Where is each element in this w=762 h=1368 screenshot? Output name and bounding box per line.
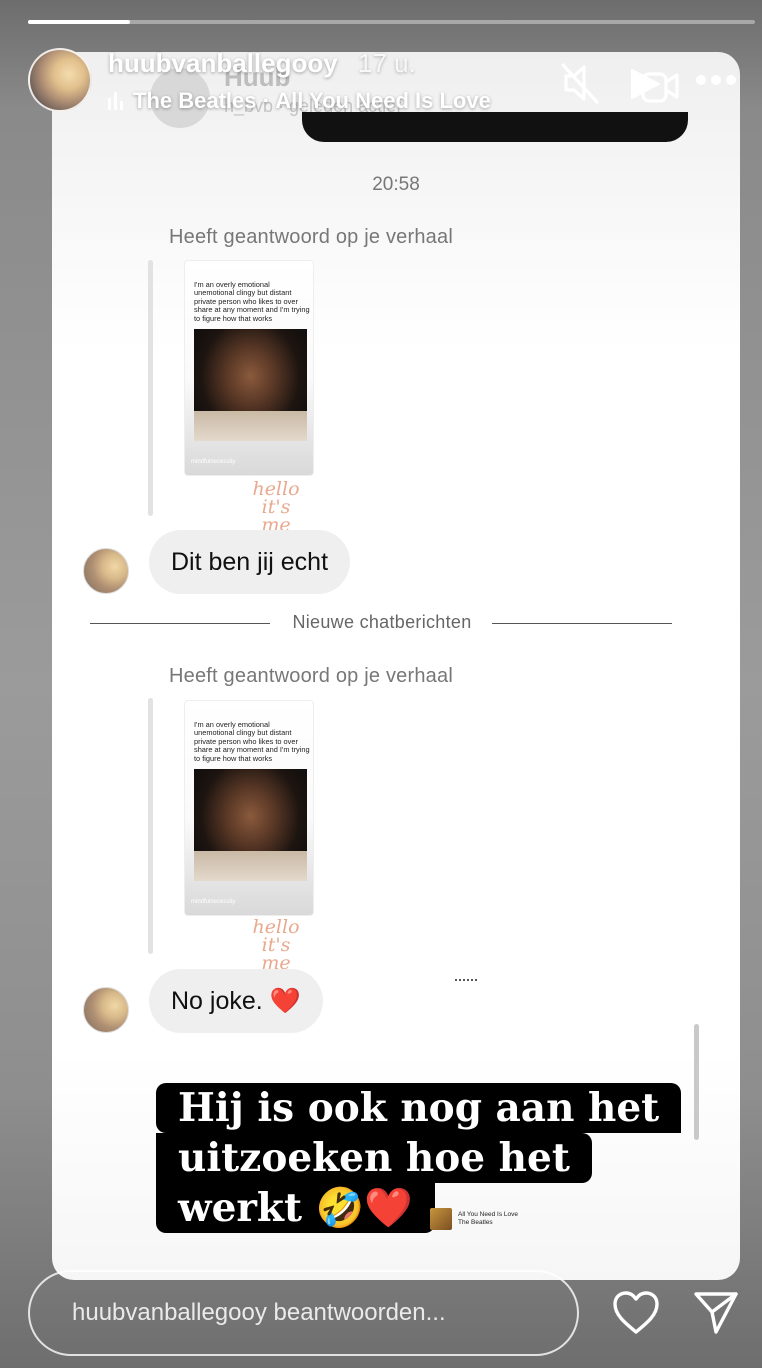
hello-sticker: hello it's me <box>252 478 300 536</box>
more-icon[interactable] <box>694 70 738 95</box>
thumbnail-photo-detail <box>194 851 307 881</box>
scrollbar-thumb <box>694 1024 699 1140</box>
ghost-call-banner <box>302 112 688 142</box>
thumbnail-source: mindfulnecessity <box>191 459 236 465</box>
story-progress-bar <box>28 20 755 24</box>
album-art-icon <box>430 1208 452 1230</box>
caption-overlay: Hij is ook nog aan het uitzoeken hoe het… <box>156 1083 682 1233</box>
story-reply-thumbnail[interactable]: I'm an overly emotional unemotional clin… <box>184 700 314 916</box>
chat-timestamp: 20:58 <box>372 174 420 195</box>
sender-avatar <box>83 548 129 594</box>
caption-line: Hij is ook nog aan het <box>156 1083 682 1133</box>
video-call-icon[interactable] <box>629 64 681 109</box>
thumbnail-quote: I'm an overly emotional unemotional clin… <box>194 280 310 323</box>
music-sticker-artist: The Beatles <box>458 1219 493 1226</box>
reply-bar <box>148 260 153 516</box>
thumbnail-source: mindfulnecessity <box>191 899 236 905</box>
music-sticker-title: All You Need Is Love <box>458 1211 518 1218</box>
story-reply-thumbnail[interactable]: I'm an overly emotional unemotional clin… <box>184 260 314 476</box>
reply-label: Heeft geantwoord op je verhaal <box>169 665 453 687</box>
decorative-mark <box>455 979 477 983</box>
caption-line: werkt 🤣❤️ <box>156 1183 435 1233</box>
music-sticker[interactable]: All You Need Is Love The Beatles <box>430 1208 518 1230</box>
music-song-label: The Beatles · All You Need Is Love <box>133 88 491 113</box>
thumbnail-photo-detail <box>194 411 307 441</box>
hello-sticker: hello it's me <box>252 916 300 974</box>
profile-avatar[interactable] <box>28 48 92 112</box>
caption-line: uitzoeken hoe het <box>156 1133 592 1183</box>
reply-bar <box>148 698 153 954</box>
reply-input[interactable]: huubvanballegooy beantwoorden... <box>28 1270 579 1356</box>
story-progress-fill <box>28 20 130 24</box>
divider-line-right <box>492 623 672 624</box>
send-icon[interactable] <box>692 1290 740 1341</box>
story-time-ago: 17 u. <box>358 48 416 78</box>
heart-icon[interactable] <box>611 1290 661 1341</box>
thumbnail-quote: I'm an overly emotional unemotional clin… <box>194 720 310 763</box>
message-bubble: Dit ben jij echt <box>149 530 351 594</box>
music-attribution[interactable]: The Beatles · All You Need Is Love <box>108 88 491 114</box>
message-bubble: No joke. ❤️ <box>149 969 323 1033</box>
mute-icon[interactable] <box>560 60 600 111</box>
sender-avatar <box>83 987 129 1033</box>
profile-username[interactable]: huubvanballegooy <box>108 48 338 79</box>
reply-label: Heeft geantwoord op je verhaal <box>169 226 453 248</box>
music-bars-icon <box>108 92 123 110</box>
